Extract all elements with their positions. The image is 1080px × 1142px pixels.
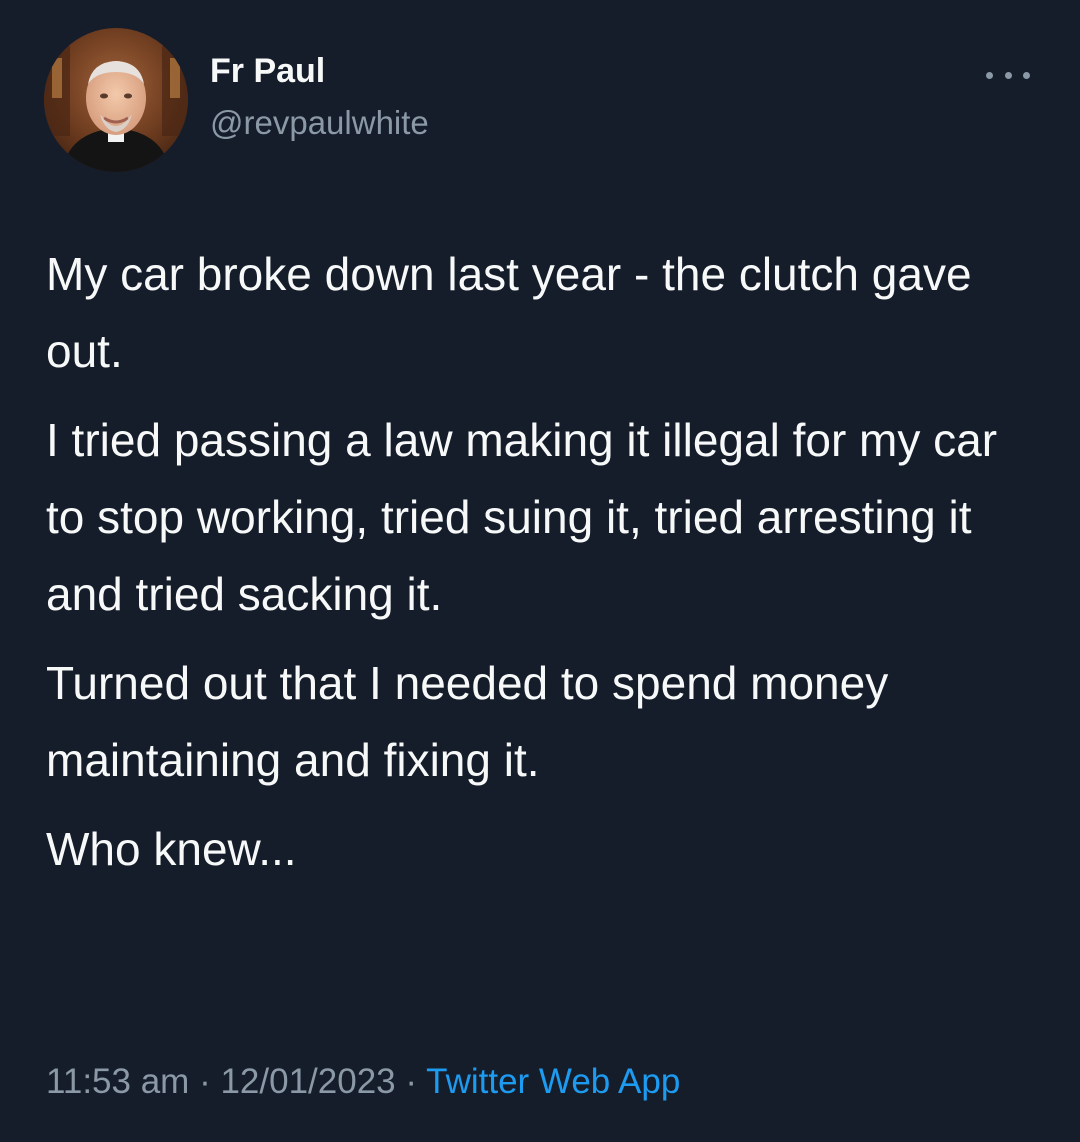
more-options-icon — [1023, 71, 1030, 79]
tweet-paragraph: My car broke down last year - the clutch… — [46, 248, 972, 377]
user-handle[interactable]: @revpaulwhite — [210, 104, 429, 142]
tweet-paragraph: Turned out that I needed to spend money … — [46, 657, 889, 786]
tweet-date[interactable]: 12/01/2023 — [220, 1062, 395, 1101]
tweet-metadata: 11:53 am · 12/01/2023 · Twitter Web App — [46, 1062, 680, 1102]
display-name[interactable]: Fr Paul — [210, 52, 325, 91]
more-options-button[interactable] — [984, 60, 1032, 90]
more-options-icon — [1004, 71, 1012, 79]
meta-separator: · — [199, 1062, 211, 1101]
tweet-card: Fr Paul @revpaulwhite My car broke down … — [0, 0, 1080, 1142]
source-link[interactable]: Twitter Web App — [426, 1062, 680, 1101]
tweet-paragraph: I tried passing a law making it illegal … — [46, 414, 998, 620]
avatar[interactable] — [44, 28, 188, 172]
tweet-time[interactable]: 11:53 am — [46, 1062, 189, 1101]
tweet-text: My car broke down last year - the clutch… — [46, 236, 1046, 900]
avatar-photo-icon — [44, 28, 188, 172]
tweet-paragraph: Who knew... — [46, 823, 297, 875]
more-options-icon — [986, 71, 993, 79]
meta-separator: · — [405, 1062, 418, 1101]
